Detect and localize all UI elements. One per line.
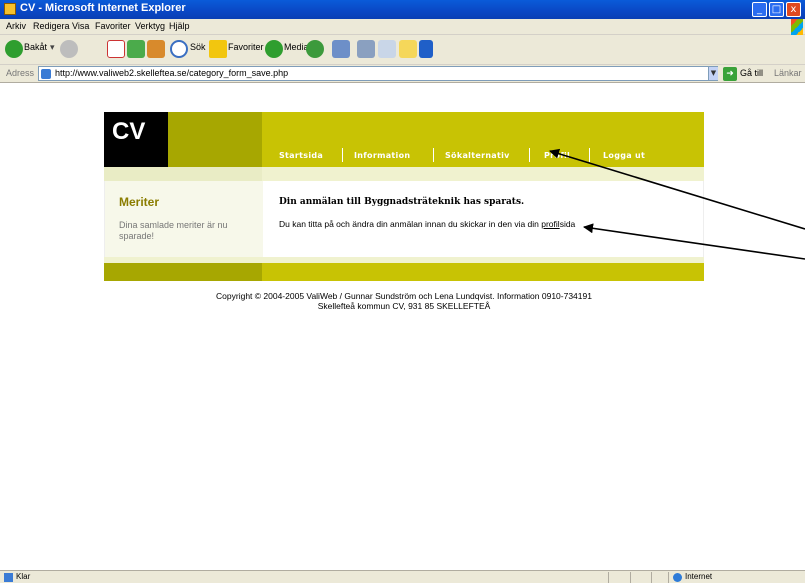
favorites-star-icon[interactable] <box>209 40 227 58</box>
menu-visa[interactable]: Visa <box>72 21 89 31</box>
cv-site: CV Startsida Information Sökalternativ P… <box>104 112 704 281</box>
header-strip <box>104 167 704 181</box>
menu-favoriter[interactable]: Favoriter <box>95 21 131 31</box>
logo[interactable]: CV <box>104 112 168 167</box>
address-dropdown-icon[interactable]: ▼ <box>708 67 718 80</box>
logo-text: CV <box>112 118 146 145</box>
address-label: Adress <box>6 68 35 78</box>
search-icon[interactable] <box>170 40 188 58</box>
nav-divider <box>529 148 530 162</box>
nav-divider <box>433 148 434 162</box>
nav-profil[interactable]: Profil <box>544 151 570 160</box>
sidebar-text: Dina samlade meriter är nu sparade! <box>119 220 228 241</box>
copyright-line-1: Copyright © 2004-2005 ValiWeb / Gunnar S… <box>216 291 592 301</box>
go-button[interactable]: Gå till <box>740 68 763 78</box>
nav-sokalternativ[interactable]: Sökalternativ <box>445 151 510 160</box>
nav-divider <box>589 148 590 162</box>
internet-zone-icon <box>673 573 682 582</box>
address-input[interactable]: http://www.valiweb2.skelleftea.se/catego… <box>38 66 718 81</box>
media-icon[interactable] <box>265 40 283 58</box>
menu-bar: Arkiv Redigera Visa Favoriter Verktyg Hj… <box>0 19 805 35</box>
main-nav: Startsida Information Sökalternativ Prof… <box>262 112 704 167</box>
status-text: Klar <box>16 572 31 581</box>
status-divider <box>668 572 669 583</box>
back-dropdown-icon[interactable]: ▾ <box>50 42 55 53</box>
page-status-icon <box>4 573 13 582</box>
status-divider <box>630 572 631 583</box>
windows-logo-icon <box>791 19 803 35</box>
message-suffix: sida <box>559 219 576 229</box>
copyright-line-2: Skellefteå kommun CV, 931 85 SKELLEFTEÅ <box>317 301 491 311</box>
browser-window: CV - Microsoft Internet Explorer _ □ x A… <box>0 0 805 583</box>
page-content: CV Startsida Information Sökalternativ P… <box>0 84 805 570</box>
edit-icon[interactable] <box>378 40 396 58</box>
back-icon[interactable] <box>5 40 23 58</box>
status-divider <box>608 572 609 583</box>
confirmation-heading: Din anmälan till Byggnadsträteknik has s… <box>279 197 525 207</box>
profil-link[interactable]: profil <box>541 219 559 229</box>
footer-bar <box>104 263 704 281</box>
media-button[interactable]: Media <box>284 42 309 52</box>
logo-area: CV <box>104 112 262 167</box>
title-bar: CV - Microsoft Internet Explorer _ □ x <box>0 0 805 19</box>
history-icon[interactable] <box>306 40 324 58</box>
nav-divider <box>342 148 343 162</box>
security-zone: Internet <box>685 572 713 581</box>
status-bar: Klar Internet <box>0 570 805 583</box>
nav-startsida[interactable]: Startsida <box>279 151 323 160</box>
toolbar: Bakåt ▾ Sök Favoriter Media <box>0 35 805 65</box>
status-divider <box>651 572 652 583</box>
app-icon <box>4 3 16 15</box>
content-row: Meriter Dina samlade meriter är nu spara… <box>104 181 704 257</box>
menu-hjalp[interactable]: Hjälp <box>169 21 190 31</box>
minimize-button[interactable]: _ <box>752 2 767 17</box>
menu-redigera[interactable]: Redigera <box>33 21 70 31</box>
folder-icon[interactable] <box>399 40 417 58</box>
menu-arkiv[interactable]: Arkiv <box>6 21 26 31</box>
window-title: CV - Microsoft Internet Explorer <box>20 2 186 14</box>
go-arrow-icon[interactable]: ➜ <box>723 67 737 81</box>
refresh-icon[interactable] <box>127 40 145 58</box>
bluetooth-icon[interactable] <box>419 40 433 58</box>
nav-information[interactable]: Information <box>354 151 410 160</box>
favorites-button[interactable]: Favoriter <box>228 42 264 52</box>
sidebar-title: Meriter <box>119 195 160 209</box>
home-icon[interactable] <box>147 40 165 58</box>
stop-icon[interactable] <box>107 40 125 58</box>
nav-logga-ut[interactable]: Logga ut <box>603 151 645 160</box>
menu-verktyg[interactable]: Verktyg <box>135 21 165 31</box>
maximize-button[interactable]: □ <box>769 2 784 17</box>
print-icon[interactable] <box>357 40 375 58</box>
message-text: Du kan titta på och ändra din anmälan in… <box>279 219 542 229</box>
back-button[interactable]: Bakåt <box>24 42 47 52</box>
search-button[interactable]: Sök <box>190 42 206 52</box>
close-button[interactable]: x <box>786 2 801 17</box>
links-button[interactable]: Länkar <box>774 68 802 78</box>
mail-icon[interactable] <box>332 40 350 58</box>
address-bar: Adress http://www.valiweb2.skelleftea.se… <box>0 65 805 83</box>
copyright-text: Copyright © 2004-2005 ValiWeb / Gunnar S… <box>174 291 634 311</box>
forward-icon[interactable] <box>60 40 78 58</box>
sidebar: Meriter Dina samlade meriter är nu spara… <box>105 181 263 257</box>
confirmation-message: Du kan titta på och ändra din anmälan in… <box>279 219 575 229</box>
page-icon <box>41 69 51 79</box>
site-header: CV Startsida Information Sökalternativ P… <box>104 112 704 167</box>
